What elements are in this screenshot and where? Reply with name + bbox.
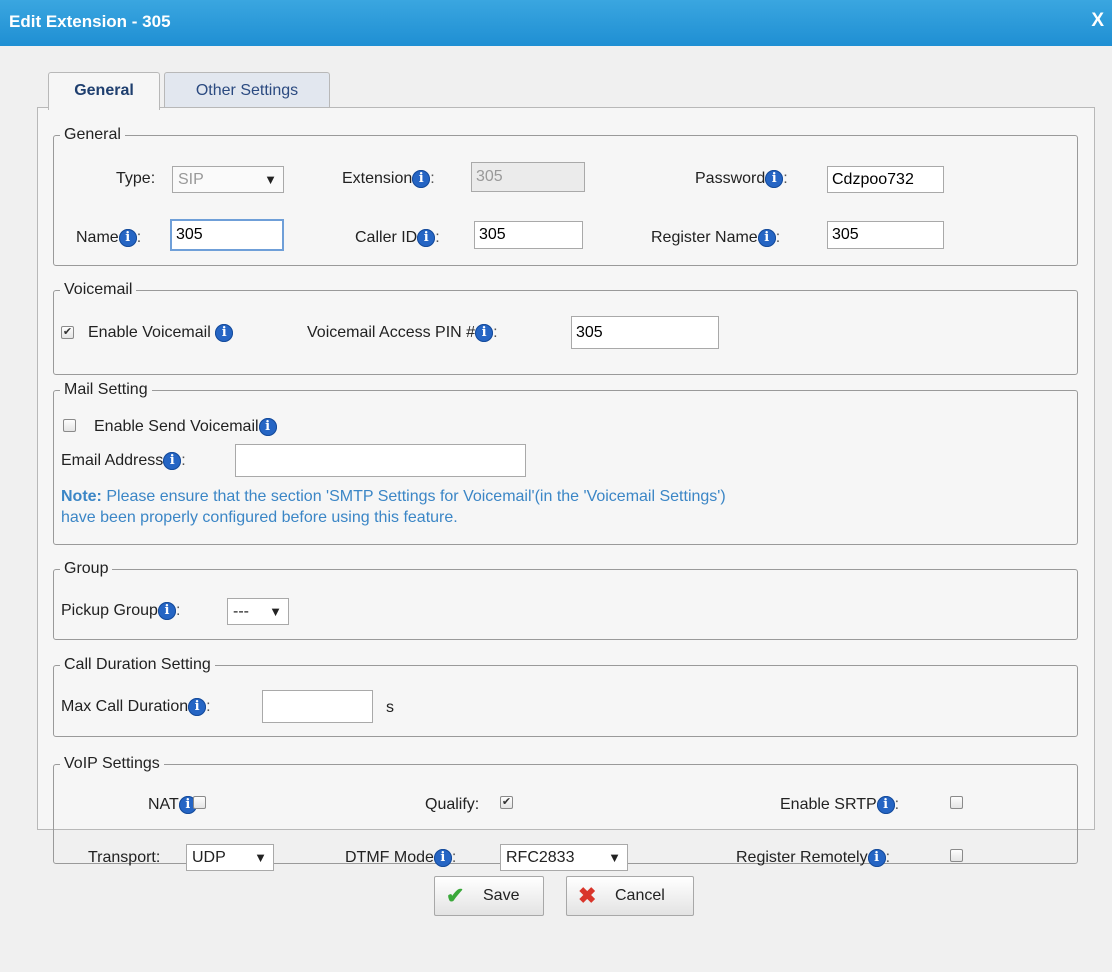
register-name-field[interactable] xyxy=(827,221,944,249)
password-field[interactable] xyxy=(827,166,944,193)
enable-voicemail-label-group: Enable Voicemail i xyxy=(88,324,234,342)
info-icon[interactable]: i xyxy=(118,229,137,247)
nat-label: NAT xyxy=(148,796,179,813)
register-remotely-label: Register Remotely xyxy=(736,849,868,866)
dropdown-arrow-icon: ▼ xyxy=(608,850,621,865)
dtmf-mode-label-group: DTMF Mode i: xyxy=(345,849,457,867)
voicemail-pin-field[interactable] xyxy=(571,316,719,349)
password-label: Password xyxy=(695,170,766,187)
dropdown-arrow-icon: ▼ xyxy=(264,172,277,187)
voip-settings-legend: VoIP Settings xyxy=(64,755,160,772)
caller-id-label: Caller ID xyxy=(355,229,418,246)
extension-field[interactable] xyxy=(471,162,585,192)
nat-checkbox[interactable] xyxy=(193,796,206,809)
dtmf-mode-label: DTMF Mode xyxy=(345,849,434,866)
register-name-label: Register Name xyxy=(651,229,758,246)
type-value: SIP xyxy=(178,171,204,188)
info-icon[interactable]: i xyxy=(412,170,431,188)
note-label: Note: xyxy=(61,488,102,505)
info-icon[interactable]: i xyxy=(417,229,436,247)
pickup-group-value: --- xyxy=(233,603,249,620)
email-address-field[interactable] xyxy=(235,444,526,477)
register-remotely-checkbox[interactable] xyxy=(950,849,963,862)
tab-other-settings[interactable]: Other Settings xyxy=(164,72,330,109)
transport-label: Transport: xyxy=(88,849,161,866)
tab-general[interactable]: General xyxy=(48,72,160,110)
info-icon[interactable]: i xyxy=(258,418,277,436)
enable-srtp-checkbox[interactable] xyxy=(950,796,963,809)
duration-unit: s xyxy=(386,699,394,716)
info-icon[interactable]: i xyxy=(757,229,776,247)
voicemail-pin-label: Voicemail Access PIN # xyxy=(307,324,476,341)
dropdown-arrow-icon: ▼ xyxy=(269,604,282,619)
info-icon[interactable]: i xyxy=(765,170,784,188)
smtp-note: Note: Please ensure that the section 'SM… xyxy=(61,486,726,528)
transport-select[interactable]: UDP ▼ xyxy=(186,844,274,871)
type-select[interactable]: SIP ▼ xyxy=(172,166,284,193)
checkmark-icon: ✔ xyxy=(446,883,465,908)
caller-id-field[interactable] xyxy=(474,221,583,249)
enable-send-voicemail-label: Enable Send Voicemail xyxy=(94,418,259,435)
extension-label-group: Extension i: xyxy=(342,170,435,188)
max-call-duration-label: Max Call Duration xyxy=(61,698,189,715)
info-icon[interactable]: i xyxy=(163,452,182,470)
max-call-duration-field[interactable] xyxy=(262,690,373,723)
enable-srtp-label-group: Enable SRTP i: xyxy=(780,796,900,814)
info-icon[interactable]: i xyxy=(215,324,234,342)
pickup-group-label-group: Pickup Group i: xyxy=(61,602,181,620)
pickup-group-label: Pickup Group xyxy=(61,602,158,619)
email-address-label: Email Address xyxy=(61,452,164,469)
name-label-group: Name i: xyxy=(76,229,142,247)
close-icon[interactable]: X xyxy=(1091,10,1104,32)
group-legend: Group xyxy=(64,560,109,577)
qualify-checkbox[interactable]: ✔ xyxy=(500,796,513,809)
name-label: Name xyxy=(76,229,119,246)
password-label-group: Password i: xyxy=(695,170,788,188)
qualify-label: Qualify: xyxy=(425,796,480,813)
voicemail-pin-label-group: Voicemail Access PIN # i: xyxy=(307,324,498,342)
info-icon[interactable]: i xyxy=(433,849,452,867)
enable-send-voicemail-checkbox[interactable] xyxy=(63,419,76,432)
cancel-button-label: Cancel xyxy=(615,887,665,904)
enable-voicemail-checkbox[interactable]: ✔ xyxy=(61,326,74,339)
dtmf-mode-select[interactable]: RFC2833 ▼ xyxy=(500,844,628,871)
note-line-1: Please ensure that the section 'SMTP Set… xyxy=(101,488,726,505)
checkmark-icon: ✔ xyxy=(62,326,73,338)
max-call-duration-label-group: Max Call Duration i: xyxy=(61,698,211,716)
save-button-label: Save xyxy=(483,887,520,904)
dialog-title: Edit Extension - 305 xyxy=(9,12,171,31)
general-legend: General xyxy=(64,126,121,143)
enable-voicemail-label: Enable Voicemail xyxy=(88,324,211,341)
save-button[interactable]: ✔ Save xyxy=(434,876,544,916)
pickup-group-select[interactable]: --- ▼ xyxy=(227,598,289,625)
register-remotely-label-group: Register Remotely i: xyxy=(736,849,891,867)
email-label-group: Email Address i: xyxy=(61,452,186,470)
call-duration-legend: Call Duration Setting xyxy=(64,656,211,673)
dialog-titlebar: Edit Extension - 305 X xyxy=(0,0,1112,46)
dropdown-arrow-icon: ▼ xyxy=(254,850,267,865)
info-icon[interactable]: i xyxy=(157,602,176,620)
transport-value: UDP xyxy=(192,849,226,866)
info-icon[interactable]: i xyxy=(867,849,886,867)
name-field[interactable] xyxy=(170,219,284,251)
info-icon[interactable]: i xyxy=(188,698,207,716)
voicemail-legend: Voicemail xyxy=(64,281,133,298)
register-name-label-group: Register Name i: xyxy=(651,229,781,247)
group-fieldset: Group xyxy=(53,560,1078,640)
cancel-button[interactable]: ✖ Cancel xyxy=(566,876,694,916)
enable-send-voicemail-label-group: Enable Send Voicemail i xyxy=(94,418,277,436)
caller-id-label-group: Caller ID i: xyxy=(355,229,440,247)
note-line-2: have been properly configured before usi… xyxy=(61,509,458,526)
enable-srtp-label: Enable SRTP xyxy=(780,796,877,813)
mail-setting-legend: Mail Setting xyxy=(64,381,148,398)
dtmf-mode-value: RFC2833 xyxy=(506,849,575,866)
info-icon[interactable]: i xyxy=(876,796,895,814)
extension-label: Extension xyxy=(342,170,413,187)
checkmark-icon: ✔ xyxy=(501,796,512,808)
x-icon: ✖ xyxy=(578,883,597,908)
info-icon[interactable]: i xyxy=(475,324,494,342)
type-label: Type: xyxy=(116,170,156,187)
call-duration-fieldset: Call Duration Setting xyxy=(53,656,1078,737)
